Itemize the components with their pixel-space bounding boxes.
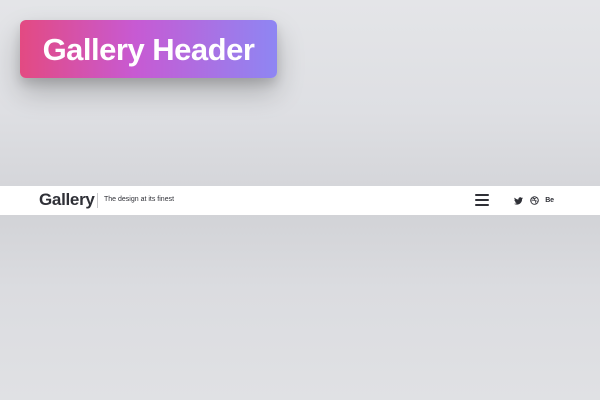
behance-icon[interactable]: Be [544, 195, 555, 206]
twitter-icon[interactable] [513, 195, 524, 206]
page-background-bottom [0, 215, 600, 400]
site-tagline: The design at its finest [104, 196, 175, 203]
behance-label: Be [545, 197, 554, 204]
hamburger-menu-icon[interactable] [474, 193, 490, 207]
dribbble-icon[interactable] [529, 195, 540, 206]
gallery-header-badge: Gallery Header [20, 20, 277, 78]
site-logo[interactable]: Gallery [39, 190, 95, 210]
badge-title: Gallery Header [42, 31, 255, 67]
header-divider [97, 193, 98, 208]
site-header: Gallery The design at its finest Be [0, 186, 600, 215]
